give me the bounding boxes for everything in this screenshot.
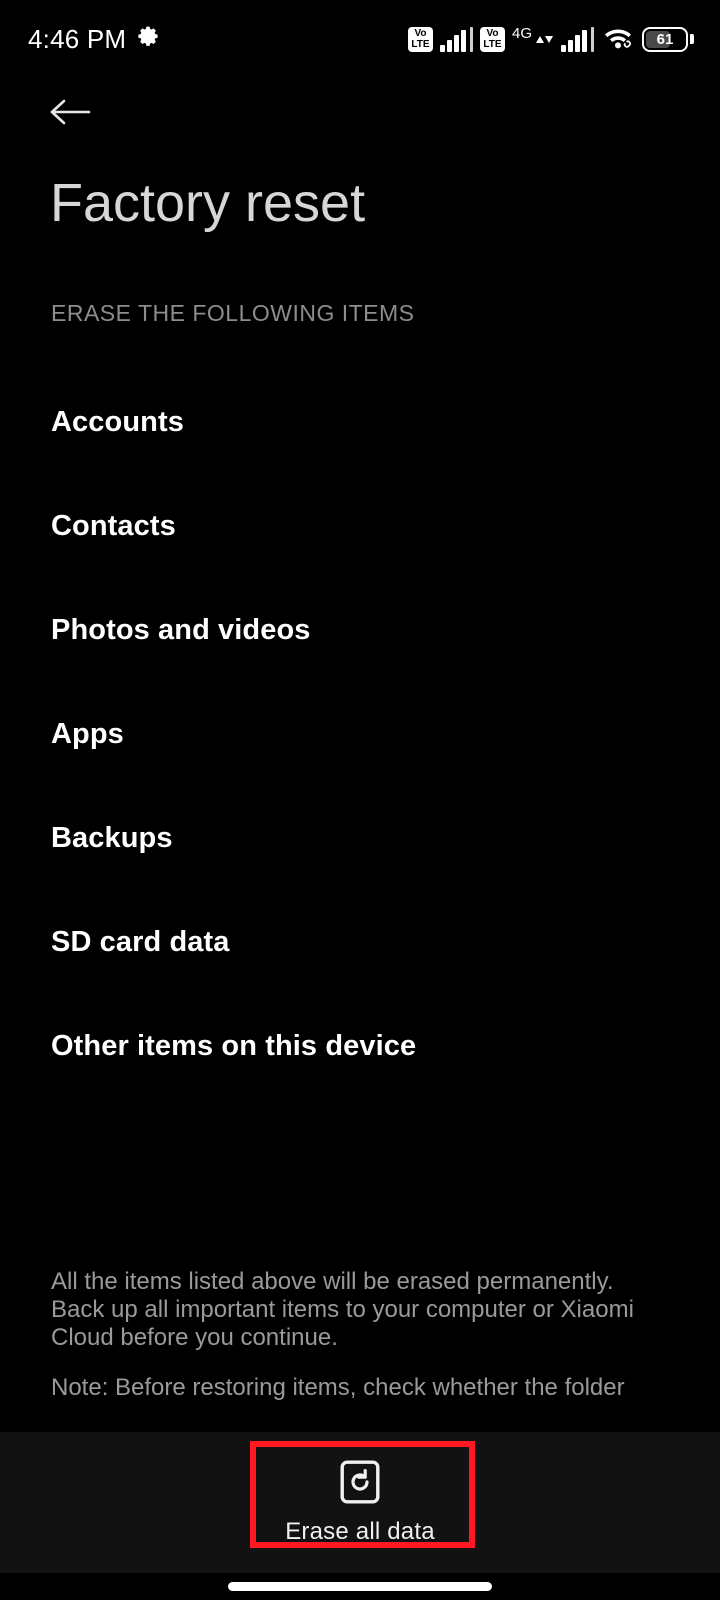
list-item-label: Photos and videos bbox=[51, 613, 311, 646]
status-bar-right: Vo LTE Vo LTE 4G 61 bbox=[407, 24, 694, 55]
list-item: Photos and videos bbox=[0, 578, 720, 682]
bottom-action-bar: Erase all data bbox=[0, 1432, 720, 1573]
battery-icon: 61 bbox=[642, 26, 694, 52]
navigation-bar bbox=[0, 1573, 720, 1600]
list-item: Backups bbox=[0, 786, 720, 890]
reset-icon bbox=[340, 1460, 380, 1509]
list-item-label: Apps bbox=[51, 717, 124, 750]
list-item-label: Contacts bbox=[51, 509, 176, 542]
erase-all-data-label: Erase all data bbox=[285, 1517, 435, 1545]
list-item: Apps bbox=[0, 682, 720, 786]
battery-level-label: 61 bbox=[656, 30, 674, 48]
volte-lte-text: LTE bbox=[411, 38, 430, 50]
gear-icon bbox=[136, 25, 160, 54]
back-button[interactable] bbox=[36, 87, 106, 141]
volte-vo-text-2: Vo bbox=[486, 27, 499, 39]
list-item-label: Other items on this device bbox=[51, 1029, 417, 1062]
erase-items-list: Accounts Contacts Photos and videos Apps… bbox=[0, 370, 720, 1098]
footer-notes: All the items listed above will be erase… bbox=[51, 1268, 661, 1402]
signal-bars-sim1 bbox=[439, 26, 473, 52]
volte-lte-text-2: LTE bbox=[483, 38, 502, 50]
volte-vo-text: Vo bbox=[414, 27, 427, 39]
wifi-icon bbox=[601, 24, 635, 55]
list-item-label: SD card data bbox=[51, 925, 230, 958]
footer-note-text: Note: Before restoring items, check whet… bbox=[51, 1374, 625, 1401]
volte-badge-sim1: Vo LTE bbox=[407, 26, 433, 52]
status-clock: 4:46 PM bbox=[28, 24, 127, 54]
status-bar-left: 4:46 PM bbox=[28, 25, 160, 54]
list-item-label: Backups bbox=[51, 821, 173, 854]
network-type-label: 4G bbox=[511, 24, 532, 42]
list-item: Contacts bbox=[0, 474, 720, 578]
page-title: Factory reset bbox=[50, 173, 366, 233]
volte-badge-sim2: Vo LTE bbox=[479, 26, 505, 52]
footer-warning-text: All the items listed above will be erase… bbox=[51, 1268, 634, 1351]
list-item-label: Accounts bbox=[51, 405, 184, 438]
list-item: SD card data bbox=[0, 890, 720, 994]
back-arrow-icon bbox=[49, 96, 93, 133]
signal-bars-sim2 bbox=[561, 26, 594, 52]
section-header: ERASE THE FOLLOWING ITEMS bbox=[51, 300, 415, 326]
list-item: Accounts bbox=[0, 370, 720, 474]
status-bar: 4:46 PM Vo LTE Vo LTE 4G 61 bbox=[0, 0, 720, 78]
home-indicator[interactable] bbox=[228, 1582, 492, 1591]
data-transfer-icon bbox=[536, 35, 553, 43]
list-item: Other items on this device bbox=[0, 994, 720, 1098]
link-icon bbox=[623, 40, 631, 48]
erase-all-data-button[interactable]: Erase all data bbox=[254, 1455, 466, 1551]
